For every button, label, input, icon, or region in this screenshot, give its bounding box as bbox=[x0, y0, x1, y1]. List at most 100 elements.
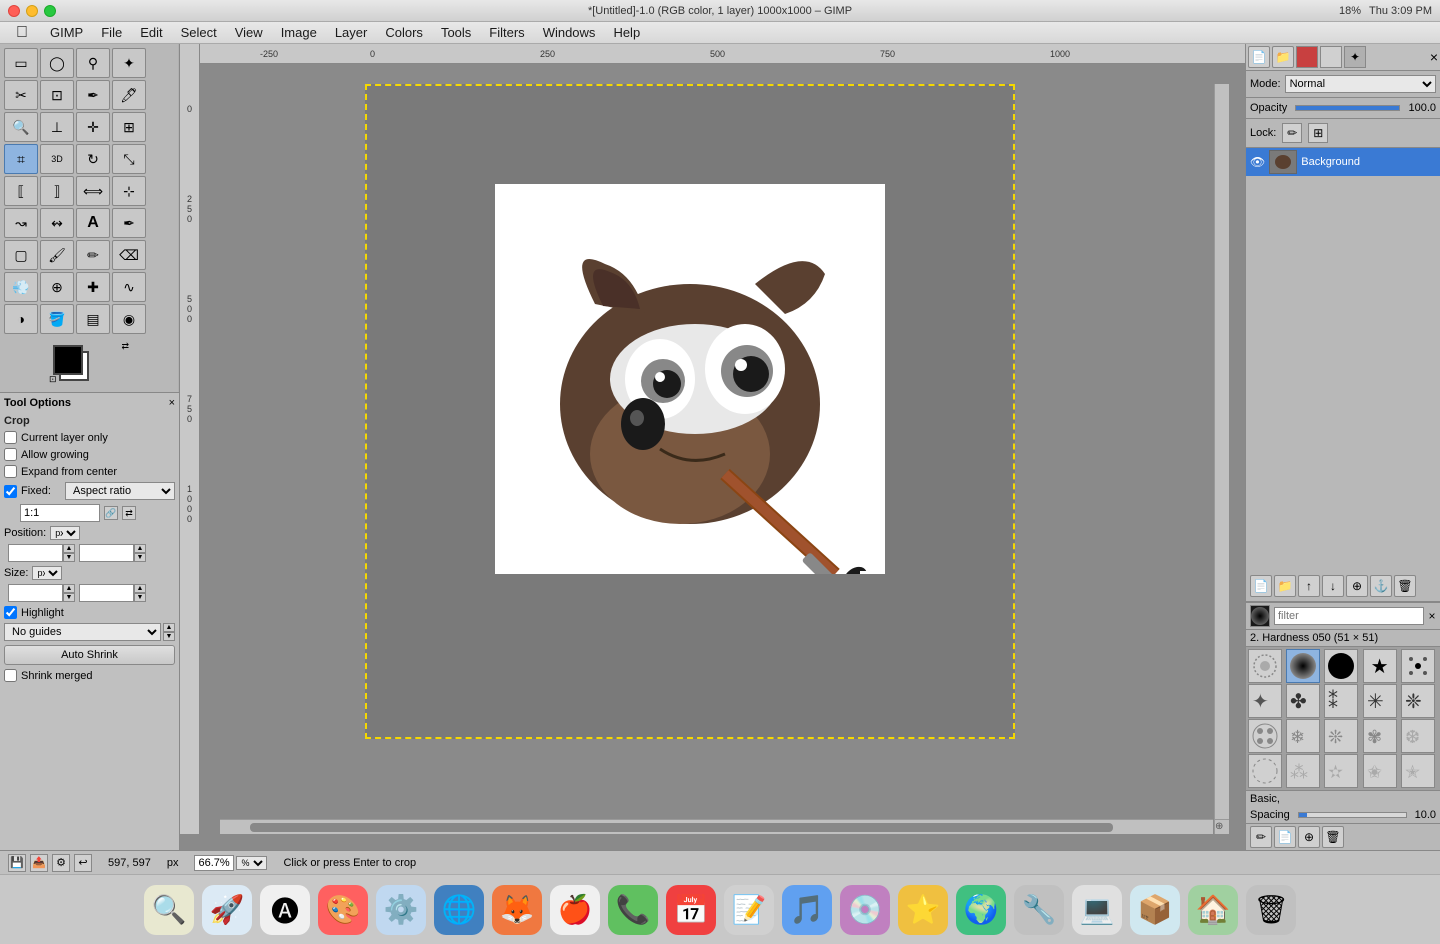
tool-ink[interactable]: ✒ bbox=[112, 208, 146, 238]
tool-move[interactable]: ✛ bbox=[76, 112, 110, 142]
tool-free-select[interactable]: ⚲ bbox=[76, 48, 110, 78]
tool-zoom[interactable]: 🔍 bbox=[4, 112, 38, 142]
brush-preview-btn[interactable] bbox=[1250, 605, 1270, 627]
dock-firefox[interactable]: 🦊 bbox=[492, 885, 542, 935]
zoom-unit-select[interactable]: % bbox=[236, 856, 267, 870]
position-unit-select[interactable]: px mm bbox=[50, 526, 80, 540]
canvas-white[interactable] bbox=[495, 184, 885, 574]
brush-edit-btn[interactable]: ✏ bbox=[1250, 826, 1272, 848]
guides-dropdown[interactable]: No guides Rule of thirds Golden sections bbox=[4, 623, 161, 641]
pos-y-up[interactable]: ▲ bbox=[134, 544, 146, 553]
dock-chrome[interactable]: 🌐 bbox=[434, 885, 484, 935]
panel-close-icon[interactable]: × bbox=[1430, 49, 1438, 65]
tool-dodge-burn[interactable]: ◑ bbox=[4, 304, 38, 334]
layer-delete-btn[interactable]: 🗑 bbox=[1394, 575, 1416, 597]
tool-paintbrush[interactable]: 🖌 bbox=[40, 240, 74, 270]
tool-airbrush[interactable]: 💨 bbox=[4, 272, 38, 302]
tool-wrap2[interactable]: ↭ bbox=[40, 208, 74, 238]
dock-appstore[interactable]: 🅐 bbox=[260, 885, 310, 935]
highlight-checkbox[interactable] bbox=[4, 606, 17, 619]
tool-crop[interactable]: ⌗ bbox=[4, 144, 38, 174]
chain-btn[interactable]: 🔗 bbox=[104, 506, 118, 520]
menu-help[interactable]: Help bbox=[605, 23, 648, 42]
menu-image[interactable]: Image bbox=[273, 23, 325, 42]
auto-shrink-button[interactable]: Auto Shrink bbox=[4, 645, 175, 665]
tool-fg-select[interactable]: ⊡ bbox=[40, 80, 74, 110]
layer-move-up-btn[interactable]: ↑ bbox=[1298, 575, 1320, 597]
tool-heal[interactable]: ✚ bbox=[76, 272, 110, 302]
dock-macbook[interactable]: 💻 bbox=[1072, 885, 1122, 935]
shrink-merged-checkbox[interactable] bbox=[4, 669, 17, 682]
tool-scale[interactable]: ⤡ bbox=[112, 144, 146, 174]
tool-align[interactable]: ⊞ bbox=[112, 112, 146, 142]
brush-item-14[interactable]: ✾ bbox=[1363, 719, 1397, 753]
background-color-btn[interactable] bbox=[1320, 46, 1342, 68]
size-w-up[interactable]: ▲ bbox=[63, 584, 75, 593]
size-h-down[interactable]: ▼ bbox=[134, 593, 146, 602]
tool-gradient[interactable]: ▤ bbox=[76, 304, 110, 334]
brush-item-8[interactable]: ⁑ bbox=[1324, 684, 1358, 718]
size-w-down[interactable]: ▼ bbox=[63, 593, 75, 602]
mode-select[interactable]: Normal Dissolve Multiply Screen bbox=[1285, 75, 1436, 93]
tool-pencil[interactable]: ✏ bbox=[76, 240, 110, 270]
new-layer-btn[interactable]: 📄 bbox=[1250, 575, 1272, 597]
tool-rotate[interactable]: ↻ bbox=[76, 144, 110, 174]
layer-move-down-btn[interactable]: ↓ bbox=[1322, 575, 1344, 597]
guides-up[interactable]: ▲ bbox=[163, 623, 175, 632]
size-w-input[interactable]: 605 bbox=[8, 584, 63, 602]
tool-ellipse-select[interactable]: ◯ bbox=[40, 48, 74, 78]
layer-duplicate-btn[interactable]: ⊕ bbox=[1346, 575, 1368, 597]
brush-item-7[interactable]: ✤ bbox=[1286, 684, 1320, 718]
reset-colors-icon[interactable]: ⊡ bbox=[49, 374, 57, 385]
save-icon[interactable]: 💾 bbox=[8, 854, 26, 872]
dock-files[interactable]: 📦 bbox=[1130, 885, 1180, 935]
tool-clone[interactable]: ⊕ bbox=[40, 272, 74, 302]
dock-trash[interactable]: 🗑 bbox=[1246, 885, 1296, 935]
lock-pixels-btn[interactable]: ✏ bbox=[1282, 123, 1302, 143]
undo-history-icon[interactable]: ↩ bbox=[74, 854, 92, 872]
menu-view[interactable]: View bbox=[227, 23, 271, 42]
menu-filters[interactable]: Filters bbox=[481, 23, 532, 42]
tool-shear[interactable]: ⟦ bbox=[4, 176, 38, 206]
tool-paths[interactable]: ✒ bbox=[76, 80, 110, 110]
brush-item-2[interactable] bbox=[1286, 649, 1320, 683]
maximize-button[interactable] bbox=[44, 5, 56, 17]
window-controls[interactable] bbox=[8, 5, 56, 17]
canvas-viewport[interactable]: ⊕ bbox=[200, 64, 1229, 834]
expand-center-checkbox[interactable] bbox=[4, 465, 17, 478]
menu-layer[interactable]: Layer bbox=[327, 23, 376, 42]
brush-item-17[interactable]: ⁂ bbox=[1286, 754, 1320, 788]
minimize-button[interactable] bbox=[26, 5, 38, 17]
dock-settings[interactable]: ⚙️ bbox=[376, 885, 426, 935]
dock-home[interactable]: 🏠 bbox=[1188, 885, 1238, 935]
brush-item-11[interactable] bbox=[1248, 719, 1282, 753]
dock-finder[interactable]: 🔍 bbox=[144, 885, 194, 935]
brush-item-9[interactable]: ✳ bbox=[1363, 684, 1397, 718]
size-h-input[interactable]: 605 bbox=[79, 584, 134, 602]
tool-scissors[interactable]: ✂ bbox=[4, 80, 38, 110]
dock-system-prefs[interactable]: 🔧 bbox=[1014, 885, 1064, 935]
dock-apple[interactable]: 🍎 bbox=[550, 885, 600, 935]
dock-disk[interactable]: 💿 bbox=[840, 885, 890, 935]
pos-x-input[interactable]: 192 bbox=[8, 544, 63, 562]
new-file-icon[interactable]: 📄 bbox=[1248, 46, 1270, 68]
opacity-slider-track[interactable] bbox=[1295, 105, 1400, 111]
brush-item-3[interactable] bbox=[1324, 649, 1358, 683]
fixed-dropdown[interactable]: Aspect ratio Width Height Size bbox=[65, 482, 175, 500]
brush-item-12[interactable]: ❄ bbox=[1286, 719, 1320, 753]
tool-color-picker[interactable]: 🖊 bbox=[112, 80, 146, 110]
brush-item-18[interactable]: ✫ bbox=[1324, 754, 1358, 788]
dock-calendar[interactable]: 📅 bbox=[666, 885, 716, 935]
dock-gimp[interactable]: 🎨 bbox=[318, 885, 368, 935]
brush-item-13[interactable]: ❊ bbox=[1324, 719, 1358, 753]
tool-color-fill[interactable]: 🪣 bbox=[40, 304, 74, 334]
fixed-checkbox[interactable] bbox=[4, 485, 17, 498]
new-layer-group-btn[interactable]: 📁 bbox=[1274, 575, 1296, 597]
menu-tools[interactable]: Tools bbox=[433, 23, 479, 42]
brush-delete-btn[interactable]: 🗑 bbox=[1322, 826, 1344, 848]
tool-eraser[interactable]: ⌫ bbox=[112, 240, 146, 270]
dock-translate[interactable]: 🌍 bbox=[956, 885, 1006, 935]
tool-cage[interactable]: ⊹ bbox=[112, 176, 146, 206]
canvas-area[interactable]: -250 0 250 500 750 1000 0 250 500 750 10… bbox=[180, 44, 1245, 850]
dock-reeder[interactable]: ⭐ bbox=[898, 885, 948, 935]
